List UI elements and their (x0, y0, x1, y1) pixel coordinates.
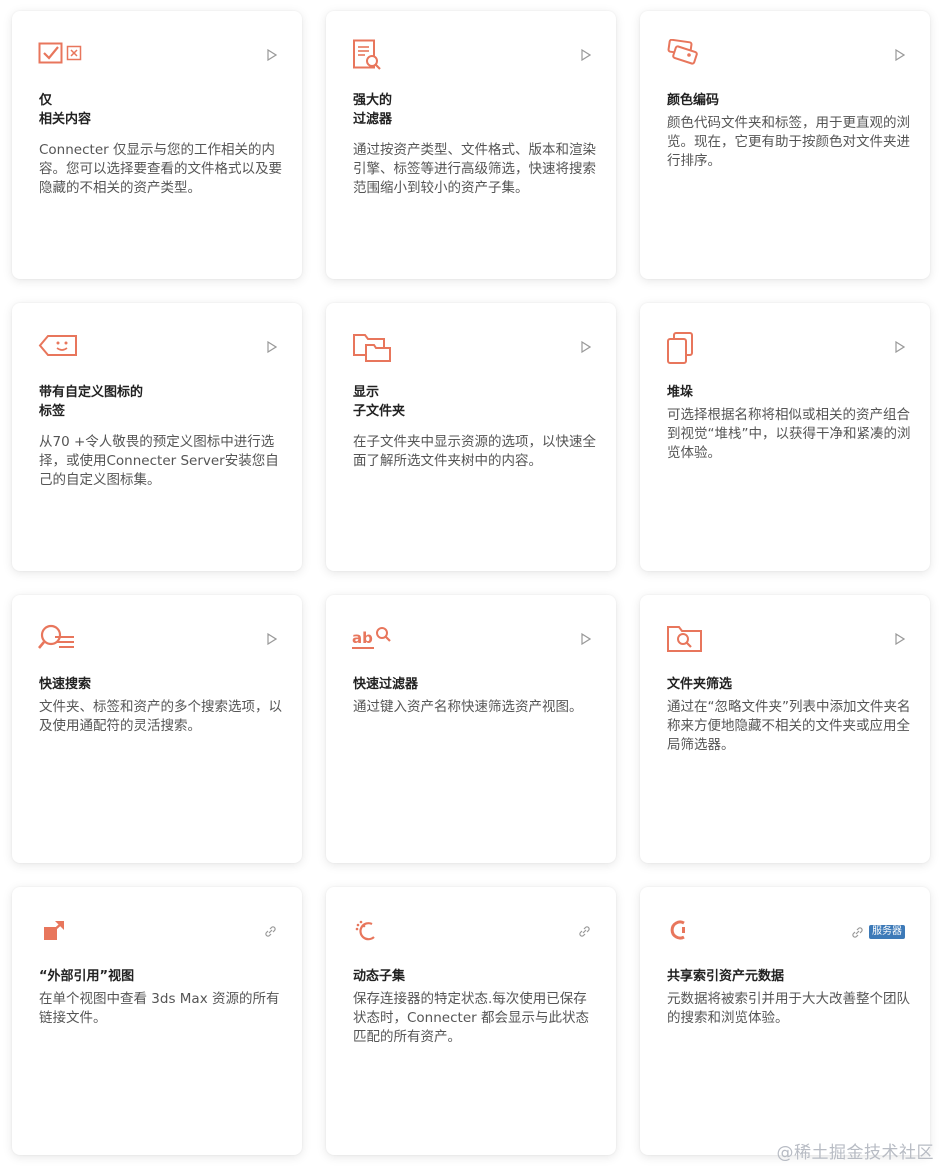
link-icon[interactable] (851, 926, 864, 939)
card-description: 颜色代码文件夹和标签，用于更直观的浏览。现在，它更有助于按颜色对文件夹进行排序。 (667, 115, 910, 169)
card-title: 强大的 过滤器 (353, 93, 393, 127)
svg-text:ab: ab (352, 629, 373, 647)
play-icon[interactable] (895, 341, 905, 353)
play-icon[interactable] (895, 49, 905, 61)
card-title: 共享索引资产元数据 (667, 969, 785, 984)
card-description: 通过键入资产名称快速筛选资产视图。 (353, 699, 583, 715)
feature-card-quick-filter[interactable]: ab 快速过滤器 通过键入资产名称快速筛选资产视图。 (326, 595, 616, 863)
folder-search-icon (666, 623, 710, 657)
check-box-icon (38, 39, 82, 73)
card-title: 文件夹筛选 (667, 677, 733, 692)
card-title: 快速过滤器 (353, 677, 419, 692)
color-tags-icon (666, 39, 710, 73)
card-description: 在子文件夹中显示资源的选项，以快速全面了解所选文件夹树中的内容。 (353, 434, 596, 469)
card-description: 保存连接器的特定状态.每次使用已保存状态时，Connecter 都会显示与此状态… (353, 991, 589, 1045)
subfolder-icon (352, 331, 396, 365)
link-icon[interactable] (264, 925, 277, 938)
play-icon[interactable] (267, 633, 277, 645)
card-description: 可选择根据名称将相似或相关的资产组合到视觉“堆栈”中，以获得干净和紧凑的浏览体验… (667, 407, 911, 461)
feature-card-color-coding[interactable]: 颜色编码 颜色代码文件夹和标签，用于更直观的浏览。现在，它更有助于按颜色对文件夹… (640, 11, 930, 279)
card-title: 带有自定义图标的 标签 (39, 385, 144, 419)
feature-card-external-reference-view[interactable]: “外部引用”视图 在单个视图中查看 3ds Max 资源的所有链接文件。 (12, 887, 302, 1155)
feature-grid: 仅 相关内容 Connecter 仅显示与您的工作相关的内容。您可以选择要查看的… (0, 0, 942, 1169)
card-title: 快速搜索 (39, 677, 92, 692)
card-title: 堆垛 (667, 385, 694, 400)
card-description: 从70 +令人敬畏的预定义图标中进行选择，或使用Connecter Server… (39, 434, 279, 488)
card-description: 文件夹、标签和资产的多个搜索选项，以及使用通配符的灵活搜索。 (39, 699, 282, 734)
feature-card-quick-search[interactable]: 快速搜索 文件夹、标签和资产的多个搜索选项，以及使用通配符的灵活搜索。 (12, 595, 302, 863)
card-description: 元数据将被索引并用于大大改善整个团队的搜索和浏览体验。 (667, 991, 910, 1026)
card-corner-actions: 服务器 (851, 925, 905, 939)
card-description: 通过按资产类型、文件格式、版本和渲染引擎、标签等进行高级筛选，快速将搜索范围缩小… (353, 142, 596, 196)
play-icon[interactable] (581, 49, 591, 61)
link-icon[interactable] (578, 925, 591, 938)
document-search-icon (352, 39, 396, 73)
card-title: 颜色编码 (667, 93, 720, 108)
card-description: 在单个视图中查看 3ds Max 资源的所有链接文件。 (39, 991, 280, 1026)
card-title: 显示 子文件夹 (353, 385, 406, 419)
feature-card-shared-index-metadata[interactable]: 服务器 共享索引资产元数据 元数据将被索引并用于大大改善整个团队的搜索和浏览体验… (640, 887, 930, 1155)
play-icon[interactable] (267, 341, 277, 353)
feature-card-powerful-filters[interactable]: 强大的 过滤器 通过按资产类型、文件格式、版本和渲染引擎、标签等进行高级筛选，快… (326, 11, 616, 279)
card-title: “外部引用”视图 (39, 969, 135, 984)
shared-index-icon (666, 915, 710, 949)
tag-icon (38, 331, 82, 365)
feature-card-folder-filter[interactable]: 文件夹筛选 通过在“忽略文件夹”列表中添加文件夹名称来方便地隐藏不相关的文件夹或… (640, 595, 930, 863)
card-title: 仅 相关内容 (39, 93, 92, 127)
feature-card-stacking[interactable]: 堆垛 可选择根据名称将相似或相关的资产组合到视觉“堆栈”中，以获得干净和紧凑的浏… (640, 303, 930, 571)
stack-icon (666, 331, 710, 365)
card-description: 通过在“忽略文件夹”列表中添加文件夹名称来方便地隐藏不相关的文件夹或应用全局筛选… (667, 699, 911, 753)
play-icon[interactable] (895, 633, 905, 645)
card-description: Connecter 仅显示与您的工作相关的内容。您可以选择要查看的文件格式以及要… (39, 142, 282, 196)
play-icon[interactable] (267, 49, 277, 61)
feature-card-relevant-content[interactable]: 仅 相关内容 Connecter 仅显示与您的工作相关的内容。您可以选择要查看的… (12, 11, 302, 279)
card-title: 动态子集 (353, 969, 406, 984)
play-icon[interactable] (581, 633, 591, 645)
server-badge: 服务器 (869, 925, 905, 939)
feature-card-custom-icon-tags[interactable]: 带有自定义图标的 标签 从70 +令人敬畏的预定义图标中进行选择，或使用Conn… (12, 303, 302, 571)
external-ref-icon (38, 915, 82, 949)
ab-search-icon: ab (352, 623, 396, 657)
watermark: @稀土掘金技术社区 (776, 1143, 934, 1163)
play-icon[interactable] (581, 341, 591, 353)
quick-search-icon (38, 623, 82, 657)
feature-card-dynamic-subsets[interactable]: 动态子集 保存连接器的特定状态.每次使用已保存状态时，Connecter 都会显… (326, 887, 616, 1155)
feature-card-show-subfolders[interactable]: 显示 子文件夹 在子文件夹中显示资源的选项，以快速全面了解所选文件夹树中的内容。 (326, 303, 616, 571)
dynamic-subset-icon (352, 915, 396, 949)
